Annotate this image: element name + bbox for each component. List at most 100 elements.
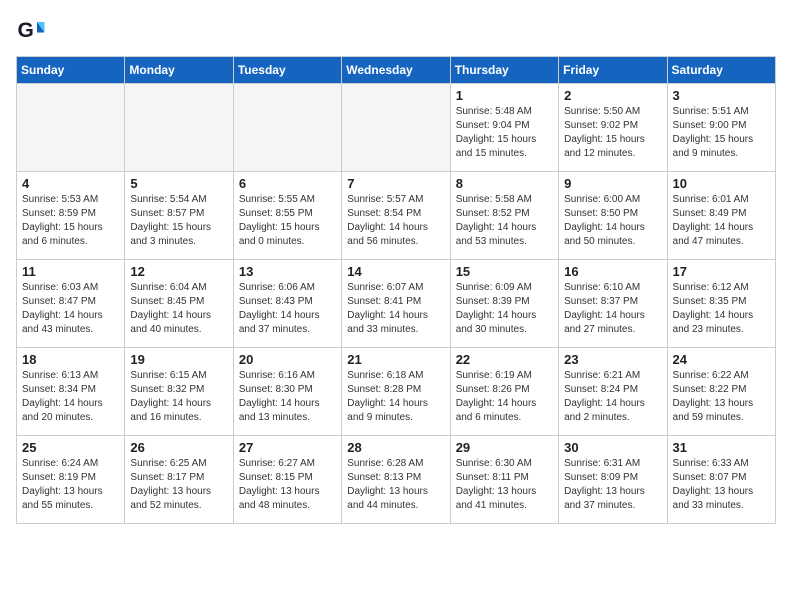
day-info: Sunrise: 6:10 AM Sunset: 8:37 PM Dayligh… [564, 281, 661, 337]
day-number: 8 [456, 176, 553, 191]
day-info: Sunrise: 6:06 AM Sunset: 8:43 PM Dayligh… [239, 281, 336, 337]
day-number: 30 [564, 440, 661, 455]
calendar-cell: 1 Sunrise: 5:48 AM Sunset: 9:04 PM Dayli… [450, 84, 558, 172]
weekday-header-tuesday: Tuesday [233, 57, 341, 84]
calendar-cell: 7 Sunrise: 5:57 AM Sunset: 8:54 PM Dayli… [342, 172, 450, 260]
day-info: Sunrise: 6:25 AM Sunset: 8:17 PM Dayligh… [130, 457, 227, 513]
day-number: 5 [130, 176, 227, 191]
calendar-cell: 19 Sunrise: 6:15 AM Sunset: 8:32 PM Dayl… [125, 348, 233, 436]
calendar-cell: 11 Sunrise: 6:03 AM Sunset: 8:47 PM Dayl… [17, 260, 125, 348]
calendar-cell [17, 84, 125, 172]
calendar-cell: 22 Sunrise: 6:19 AM Sunset: 8:26 PM Dayl… [450, 348, 558, 436]
day-number: 23 [564, 352, 661, 367]
day-info: Sunrise: 5:48 AM Sunset: 9:04 PM Dayligh… [456, 105, 553, 161]
page-header: G [16, 16, 776, 46]
day-number: 13 [239, 264, 336, 279]
weekday-header-wednesday: Wednesday [342, 57, 450, 84]
day-number: 26 [130, 440, 227, 455]
day-info: Sunrise: 6:00 AM Sunset: 8:50 PM Dayligh… [564, 193, 661, 249]
day-number: 2 [564, 88, 661, 103]
day-number: 6 [239, 176, 336, 191]
calendar-cell: 14 Sunrise: 6:07 AM Sunset: 8:41 PM Dayl… [342, 260, 450, 348]
weekday-header-sunday: Sunday [17, 57, 125, 84]
weekday-header-saturday: Saturday [667, 57, 775, 84]
weekday-header-monday: Monday [125, 57, 233, 84]
day-number: 4 [22, 176, 119, 191]
week-row-5: 25 Sunrise: 6:24 AM Sunset: 8:19 PM Dayl… [17, 436, 776, 524]
calendar-cell: 18 Sunrise: 6:13 AM Sunset: 8:34 PM Dayl… [17, 348, 125, 436]
day-number: 28 [347, 440, 444, 455]
day-info: Sunrise: 5:58 AM Sunset: 8:52 PM Dayligh… [456, 193, 553, 249]
svg-text:G: G [18, 19, 34, 42]
day-number: 29 [456, 440, 553, 455]
day-info: Sunrise: 6:07 AM Sunset: 8:41 PM Dayligh… [347, 281, 444, 337]
day-info: Sunrise: 6:03 AM Sunset: 8:47 PM Dayligh… [22, 281, 119, 337]
calendar-cell: 17 Sunrise: 6:12 AM Sunset: 8:35 PM Dayl… [667, 260, 775, 348]
calendar-cell: 30 Sunrise: 6:31 AM Sunset: 8:09 PM Dayl… [559, 436, 667, 524]
calendar-cell: 15 Sunrise: 6:09 AM Sunset: 8:39 PM Dayl… [450, 260, 558, 348]
day-info: Sunrise: 6:18 AM Sunset: 8:28 PM Dayligh… [347, 369, 444, 425]
calendar-cell: 20 Sunrise: 6:16 AM Sunset: 8:30 PM Dayl… [233, 348, 341, 436]
calendar-cell: 9 Sunrise: 6:00 AM Sunset: 8:50 PM Dayli… [559, 172, 667, 260]
day-info: Sunrise: 6:04 AM Sunset: 8:45 PM Dayligh… [130, 281, 227, 337]
calendar-cell: 12 Sunrise: 6:04 AM Sunset: 8:45 PM Dayl… [125, 260, 233, 348]
calendar-cell: 25 Sunrise: 6:24 AM Sunset: 8:19 PM Dayl… [17, 436, 125, 524]
day-info: Sunrise: 6:16 AM Sunset: 8:30 PM Dayligh… [239, 369, 336, 425]
day-info: Sunrise: 5:55 AM Sunset: 8:55 PM Dayligh… [239, 193, 336, 249]
day-info: Sunrise: 5:53 AM Sunset: 8:59 PM Dayligh… [22, 193, 119, 249]
day-number: 17 [673, 264, 770, 279]
day-info: Sunrise: 6:01 AM Sunset: 8:49 PM Dayligh… [673, 193, 770, 249]
day-number: 22 [456, 352, 553, 367]
weekday-header-thursday: Thursday [450, 57, 558, 84]
day-number: 31 [673, 440, 770, 455]
day-info: Sunrise: 6:28 AM Sunset: 8:13 PM Dayligh… [347, 457, 444, 513]
weekday-header-friday: Friday [559, 57, 667, 84]
day-number: 27 [239, 440, 336, 455]
logo-icon: G [16, 16, 46, 46]
calendar-cell [342, 84, 450, 172]
day-info: Sunrise: 6:24 AM Sunset: 8:19 PM Dayligh… [22, 457, 119, 513]
day-info: Sunrise: 6:30 AM Sunset: 8:11 PM Dayligh… [456, 457, 553, 513]
calendar-cell: 5 Sunrise: 5:54 AM Sunset: 8:57 PM Dayli… [125, 172, 233, 260]
day-number: 21 [347, 352, 444, 367]
calendar-cell: 21 Sunrise: 6:18 AM Sunset: 8:28 PM Dayl… [342, 348, 450, 436]
day-info: Sunrise: 6:15 AM Sunset: 8:32 PM Dayligh… [130, 369, 227, 425]
day-number: 19 [130, 352, 227, 367]
week-row-4: 18 Sunrise: 6:13 AM Sunset: 8:34 PM Dayl… [17, 348, 776, 436]
day-info: Sunrise: 6:33 AM Sunset: 8:07 PM Dayligh… [673, 457, 770, 513]
day-info: Sunrise: 6:31 AM Sunset: 8:09 PM Dayligh… [564, 457, 661, 513]
calendar-cell: 23 Sunrise: 6:21 AM Sunset: 8:24 PM Dayl… [559, 348, 667, 436]
calendar-cell: 13 Sunrise: 6:06 AM Sunset: 8:43 PM Dayl… [233, 260, 341, 348]
day-number: 7 [347, 176, 444, 191]
day-number: 12 [130, 264, 227, 279]
day-number: 20 [239, 352, 336, 367]
calendar-cell [125, 84, 233, 172]
day-number: 1 [456, 88, 553, 103]
day-number: 25 [22, 440, 119, 455]
day-number: 16 [564, 264, 661, 279]
calendar-cell: 26 Sunrise: 6:25 AM Sunset: 8:17 PM Dayl… [125, 436, 233, 524]
calendar-cell: 3 Sunrise: 5:51 AM Sunset: 9:00 PM Dayli… [667, 84, 775, 172]
day-info: Sunrise: 6:12 AM Sunset: 8:35 PM Dayligh… [673, 281, 770, 337]
day-info: Sunrise: 6:22 AM Sunset: 8:22 PM Dayligh… [673, 369, 770, 425]
day-number: 11 [22, 264, 119, 279]
day-number: 24 [673, 352, 770, 367]
week-row-2: 4 Sunrise: 5:53 AM Sunset: 8:59 PM Dayli… [17, 172, 776, 260]
calendar-cell: 2 Sunrise: 5:50 AM Sunset: 9:02 PM Dayli… [559, 84, 667, 172]
calendar-cell [233, 84, 341, 172]
calendar-cell: 24 Sunrise: 6:22 AM Sunset: 8:22 PM Dayl… [667, 348, 775, 436]
week-row-1: 1 Sunrise: 5:48 AM Sunset: 9:04 PM Dayli… [17, 84, 776, 172]
calendar-cell: 6 Sunrise: 5:55 AM Sunset: 8:55 PM Dayli… [233, 172, 341, 260]
calendar-cell: 4 Sunrise: 5:53 AM Sunset: 8:59 PM Dayli… [17, 172, 125, 260]
day-info: Sunrise: 6:09 AM Sunset: 8:39 PM Dayligh… [456, 281, 553, 337]
day-info: Sunrise: 6:13 AM Sunset: 8:34 PM Dayligh… [22, 369, 119, 425]
day-info: Sunrise: 5:51 AM Sunset: 9:00 PM Dayligh… [673, 105, 770, 161]
day-info: Sunrise: 6:27 AM Sunset: 8:15 PM Dayligh… [239, 457, 336, 513]
calendar-cell: 10 Sunrise: 6:01 AM Sunset: 8:49 PM Dayl… [667, 172, 775, 260]
day-number: 10 [673, 176, 770, 191]
day-number: 14 [347, 264, 444, 279]
day-info: Sunrise: 5:54 AM Sunset: 8:57 PM Dayligh… [130, 193, 227, 249]
calendar-cell: 28 Sunrise: 6:28 AM Sunset: 8:13 PM Dayl… [342, 436, 450, 524]
logo: G [16, 16, 50, 46]
day-number: 3 [673, 88, 770, 103]
